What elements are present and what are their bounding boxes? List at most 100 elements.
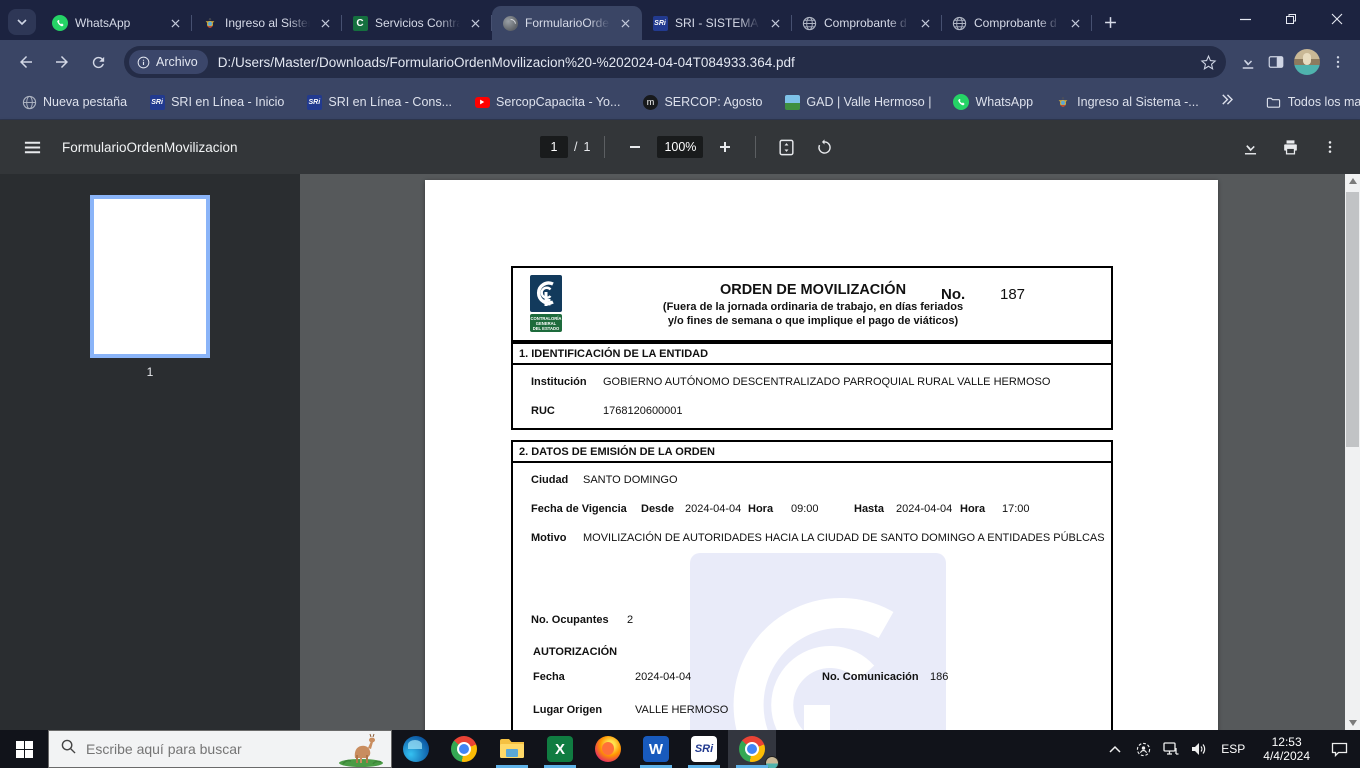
restore-button[interactable] [1268, 0, 1314, 38]
file-scheme-chip[interactable]: Archivo [129, 50, 208, 74]
close-window-button[interactable] [1314, 0, 1360, 38]
downloads-button[interactable] [1234, 48, 1262, 76]
tray-time: 12:53 [1271, 735, 1302, 749]
tab-formulario-pdf-active[interactable]: FormularioOrde [492, 6, 642, 40]
bookmark-whatsapp[interactable]: WhatsApp [942, 89, 1044, 115]
tab-close-button[interactable] [167, 15, 184, 32]
tab-sri-sistema[interactable]: SRi SRI - SISTEMA D [642, 6, 792, 40]
motivo-label: Motivo [531, 532, 567, 544]
bookmark-sri-inicio[interactable]: SRi SRI en Línea - Inicio [138, 89, 295, 115]
taskbar-excel[interactable]: X [536, 730, 584, 768]
side-panel-button[interactable] [1262, 48, 1290, 76]
ocupantes-value: 2 [627, 614, 634, 626]
tab-servicios-contraloria[interactable]: C Servicios Contra [342, 6, 492, 40]
pdf-page-controls: / 1 100% [540, 131, 840, 163]
tab-close-button[interactable] [1067, 15, 1084, 32]
profile-avatar[interactable] [1294, 49, 1320, 75]
hora1-value: 09:00 [791, 503, 819, 515]
bookmark-ingreso-sistema[interactable]: Ingreso al Sistema -... [1044, 89, 1210, 115]
page-number-input[interactable] [540, 136, 568, 158]
bookmark-sercopcapacita[interactable]: SercopCapacita - Yo... [463, 89, 631, 115]
network-icon[interactable] [1159, 742, 1183, 756]
taskbar-edge[interactable] [392, 730, 440, 768]
language-indicator[interactable]: ESP [1215, 742, 1251, 756]
thumbnail-page-number: 1 [146, 365, 154, 379]
whatsapp-icon [953, 94, 970, 110]
back-button[interactable] [10, 46, 42, 78]
reload-button[interactable] [82, 46, 114, 78]
taskbar-chrome[interactable] [440, 730, 488, 768]
scrollbar-thumb[interactable] [1346, 192, 1359, 447]
gad-site-icon [784, 94, 800, 110]
sri-icon: SRi [149, 94, 165, 110]
search-highlight-deer-image[interactable] [333, 732, 389, 767]
tray-expand-chevron[interactable] [1103, 745, 1127, 753]
taskbar-clock[interactable]: 12:53 4/4/2024 [1255, 735, 1318, 763]
zoom-level[interactable]: 100% [657, 136, 704, 158]
browser-menu-button[interactable] [1324, 48, 1352, 76]
order-no-value: 187 [1000, 286, 1026, 303]
tray-date: 4/4/2024 [1263, 749, 1310, 763]
tray-people-icon[interactable] [1131, 742, 1155, 757]
tab-close-button[interactable] [317, 15, 334, 32]
url-text[interactable]: D:/Users/Master/Downloads/FormularioOrde… [208, 55, 1194, 70]
tab-ingreso-sistema[interactable]: Ingreso al Sistem [192, 6, 342, 40]
section1-title: 1. IDENTIFICACIÓN DE LA ENTIDAD [513, 344, 1111, 365]
taskbar-search[interactable] [48, 730, 392, 768]
vigencia-label: Fecha de Vigencia [531, 503, 627, 515]
bookmark-gad-valle-hermoso[interactable]: GAD | Valle Hermoso | [773, 89, 942, 115]
chrome-icon [739, 736, 765, 762]
taskbar-firefox[interactable] [584, 730, 632, 768]
pdf-page-viewport[interactable]: CONTRALORÍA GENERAL DEL ESTADO ORDEN DE … [300, 174, 1345, 730]
bookmark-sri-consultas[interactable]: SRi SRI en Línea - Cons... [295, 89, 463, 115]
form-header-box: CONTRALORÍA GENERAL DEL ESTADO ORDEN DE … [511, 266, 1113, 342]
bookmark-label: SERCOP: Agosto [664, 95, 763, 109]
pdf-menu-button[interactable] [12, 127, 52, 167]
tab-title: SRI - SISTEMA D [675, 16, 760, 30]
scroll-down-arrow[interactable] [1345, 716, 1360, 730]
tab-close-button[interactable] [767, 15, 784, 32]
edge-icon [403, 736, 429, 762]
volume-icon[interactable] [1187, 742, 1211, 756]
tab-close-button[interactable] [467, 15, 484, 32]
bookmark-label: SRI en Línea - Cons... [328, 95, 453, 109]
all-bookmarks-label: Todos los marcadores [1287, 95, 1360, 109]
bookmarks-overflow-button[interactable] [1210, 93, 1243, 111]
start-button[interactable] [0, 730, 48, 768]
page-thumbnail[interactable] [90, 195, 210, 358]
scroll-up-arrow[interactable] [1345, 174, 1360, 188]
pdf-more-options-button[interactable] [1314, 131, 1346, 163]
taskbar-word[interactable]: W [632, 730, 680, 768]
section-datos-emision-box: 2. DATOS DE EMISIÓN DE LA ORDEN Ciudad S… [511, 440, 1113, 730]
new-tab-button[interactable] [1096, 8, 1124, 36]
bookmark-nueva-pestana[interactable]: Nueva pestaña [10, 89, 138, 115]
rotate-button[interactable] [808, 131, 840, 163]
zoom-out-button[interactable] [619, 131, 651, 163]
fit-page-button[interactable] [770, 131, 802, 163]
fecha-label: Fecha [533, 671, 565, 683]
vertical-scrollbar[interactable] [1345, 174, 1360, 730]
bookmark-sercop-agosto[interactable]: m SERCOP: Agosto [631, 89, 773, 115]
ecuador-coat-of-arms-icon [1055, 94, 1071, 110]
tab-whatsapp[interactable]: WhatsApp [42, 6, 192, 40]
print-button[interactable] [1274, 131, 1306, 163]
taskbar-search-input[interactable] [86, 741, 306, 757]
forward-button[interactable] [46, 46, 78, 78]
address-bar[interactable]: Archivo D:/Users/Master/Downloads/Formul… [124, 46, 1226, 78]
taskbar-chrome-active[interactable] [728, 730, 779, 768]
taskbar-file-explorer[interactable] [488, 730, 536, 768]
minimize-button[interactable] [1222, 0, 1268, 38]
tab-comprobante-2[interactable]: Comprobante d [942, 6, 1092, 40]
download-pdf-button[interactable] [1234, 131, 1266, 163]
tab-search-button[interactable] [8, 9, 36, 35]
action-center-button[interactable] [1322, 742, 1356, 757]
tab-close-button[interactable] [617, 15, 634, 32]
tab-comprobante-1[interactable]: Comprobante d [792, 6, 942, 40]
taskbar-sri-app[interactable]: SRi [680, 730, 728, 768]
zoom-in-button[interactable] [709, 131, 741, 163]
all-bookmarks-button[interactable]: Todos los marcadores [1255, 89, 1360, 115]
bookmark-star-icon[interactable] [1194, 48, 1222, 76]
tab-close-button[interactable] [917, 15, 934, 32]
pdf-page: CONTRALORÍA GENERAL DEL ESTADO ORDEN DE … [425, 180, 1218, 730]
bookmarks-bar: Nueva pestaña SRi SRI en Línea - Inicio … [0, 84, 1360, 120]
